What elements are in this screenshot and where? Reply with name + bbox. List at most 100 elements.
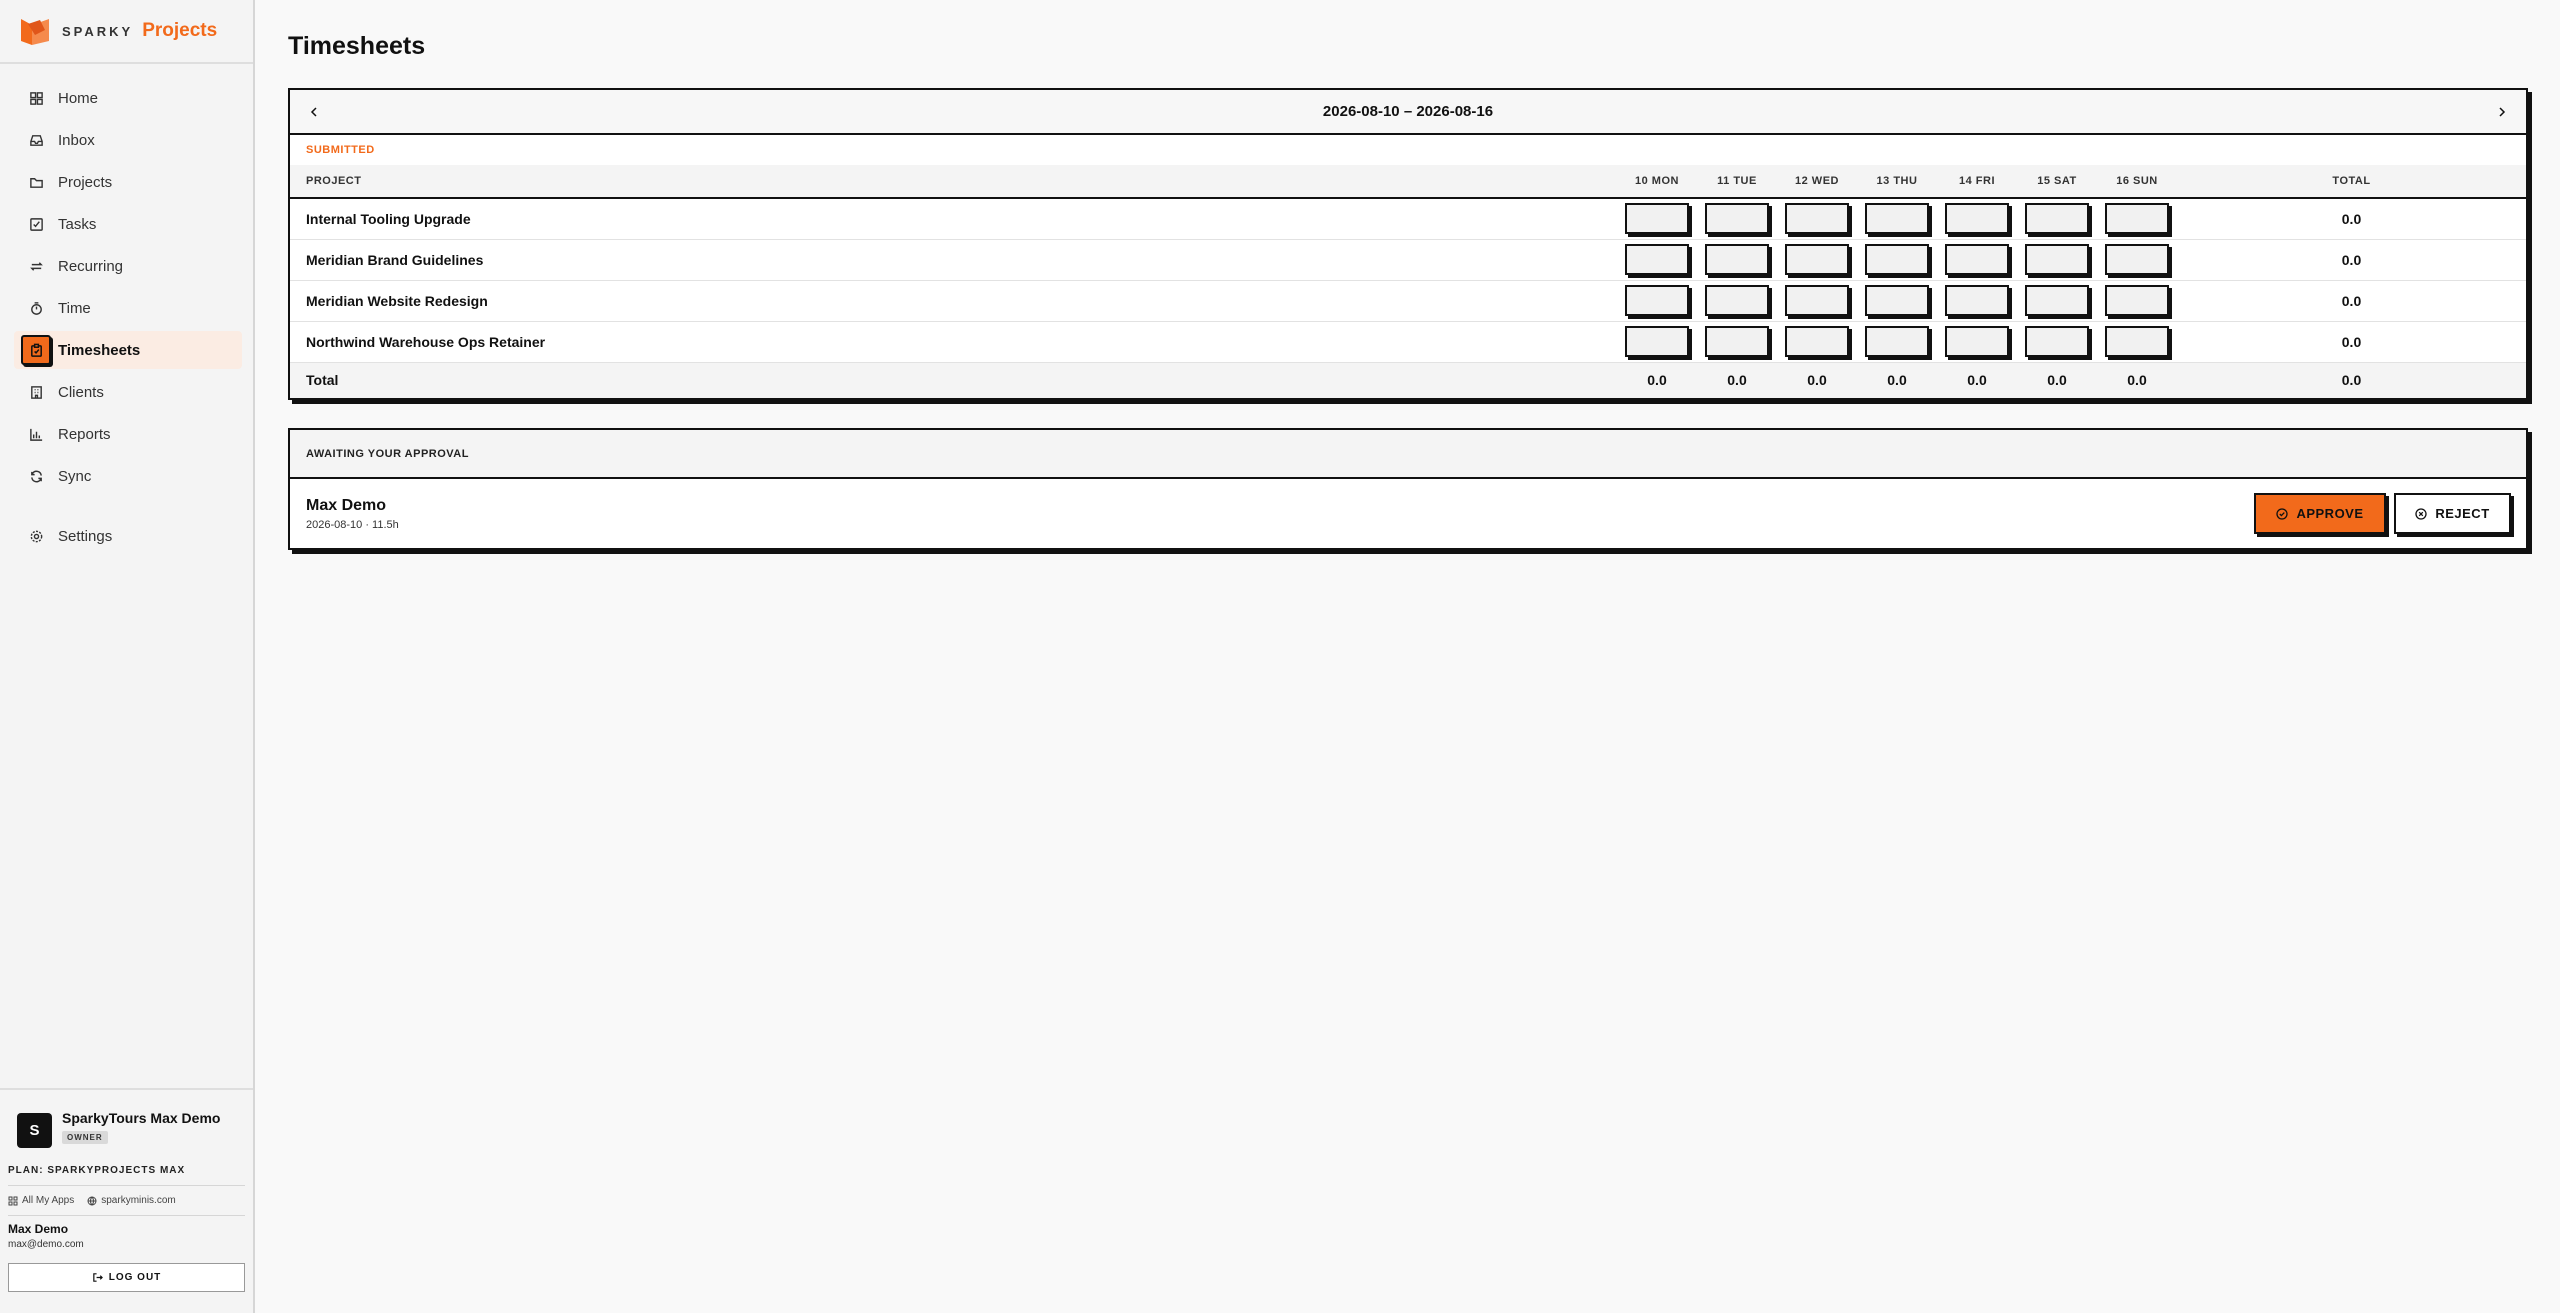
- hours-input[interactable]: [1705, 203, 1769, 235]
- all-apps-link[interactable]: All My Apps: [8, 1195, 74, 1206]
- nav-label: Tasks: [58, 215, 97, 233]
- org-avatar: S: [17, 1113, 52, 1148]
- nav-label: Recurring: [58, 257, 124, 275]
- all-apps-label: All My Apps: [22, 1195, 75, 1206]
- approval-meta: 2026-08-10 · 11.5h: [306, 518, 399, 531]
- logout-button[interactable]: LOG OUT: [8, 1263, 245, 1292]
- nav-item-time[interactable]: Time: [14, 289, 242, 327]
- nav-item-clients[interactable]: Clients: [14, 373, 242, 411]
- hours-input[interactable]: [1785, 285, 1849, 316]
- hours-input[interactable]: [1625, 244, 1689, 275]
- timesheet-table: PROJECT 10 MON 11 TUE 12 WED 13 THU 14 F…: [290, 165, 2526, 398]
- org-switcher[interactable]: S SparkyTours Max Demo OWNER: [8, 1110, 245, 1148]
- row-total: 0.0: [2177, 280, 2526, 322]
- hours-input[interactable]: [1785, 326, 1849, 357]
- hours-input[interactable]: [2025, 203, 2089, 235]
- hours-input[interactable]: [2025, 244, 2089, 275]
- inbox-icon: [28, 132, 44, 148]
- hours-input[interactable]: [1625, 326, 1689, 357]
- logout-label: LOG OUT: [108, 1272, 162, 1283]
- hours-input[interactable]: [1705, 285, 1769, 316]
- day-total: 0.0: [1777, 362, 1857, 398]
- hours-input[interactable]: [1945, 244, 2009, 275]
- page-title: Timesheets: [288, 32, 426, 60]
- site-label: sparkyminis.com: [101, 1195, 176, 1206]
- column-header-day: 16 SUN: [2097, 165, 2177, 199]
- project-name: Meridian Brand Guidelines: [290, 239, 1617, 281]
- table-header-row: PROJECT 10 MON 11 TUE 12 WED 13 THU 14 F…: [290, 165, 2526, 199]
- check-circle-icon: [2276, 507, 2289, 520]
- hours-input[interactable]: [2105, 326, 2169, 357]
- nav-label: Clients: [58, 383, 104, 401]
- hours-input[interactable]: [1865, 285, 1929, 316]
- hours-input[interactable]: [1705, 244, 1769, 275]
- home-icon: [28, 90, 44, 106]
- hours-input[interactable]: [2025, 326, 2089, 357]
- hours-input[interactable]: [2105, 285, 2169, 316]
- row-total: 0.0: [2177, 198, 2526, 240]
- user-name: Max Demo: [8, 1222, 69, 1236]
- nav-item-recurring[interactable]: Recurring: [14, 247, 242, 285]
- nav-item-settings[interactable]: Settings: [14, 517, 242, 555]
- site-link[interactable]: sparkyminis.com: [87, 1195, 176, 1206]
- column-header-total: TOTAL: [2177, 165, 2526, 199]
- hours-input[interactable]: [1625, 285, 1689, 316]
- hours-input[interactable]: [1865, 244, 1929, 275]
- totals-row: Total 0.0 0.0 0.0 0.0 0.0 0.0 0.0 0.0: [290, 362, 2526, 398]
- nav-item-projects[interactable]: Projects: [14, 163, 242, 201]
- prev-week-button[interactable]: [304, 102, 324, 122]
- nav-label: Home: [58, 89, 99, 107]
- day-total: 0.0: [1857, 362, 1937, 398]
- clipboard-icon: [21, 335, 51, 365]
- footer-links: All My Apps sparkyminis.com: [8, 1186, 245, 1216]
- hours-input[interactable]: [1865, 203, 1929, 235]
- hours-input[interactable]: [1625, 203, 1689, 235]
- hours-input[interactable]: [1865, 326, 1929, 357]
- day-total: 0.0: [2097, 362, 2177, 398]
- x-circle-icon: [2415, 507, 2427, 520]
- nav-item-timesheets[interactable]: Timesheets: [14, 331, 242, 369]
- folder-icon: [28, 174, 44, 190]
- brand-name: SPARKY: [62, 23, 134, 39]
- bar-chart-icon: [28, 426, 44, 442]
- day-total: 0.0: [1617, 362, 1697, 398]
- approve-label: APPROVE: [2296, 506, 2364, 521]
- nav-item-reports[interactable]: Reports: [14, 415, 242, 453]
- gear-icon: [28, 528, 44, 544]
- repeat-icon: [28, 258, 44, 274]
- nav-item-inbox[interactable]: Inbox: [14, 121, 242, 159]
- chevron-left-icon: [310, 106, 317, 117]
- hours-input[interactable]: [1785, 203, 1849, 235]
- column-header-project: PROJECT: [290, 165, 1617, 199]
- nav-item-home[interactable]: Home: [14, 79, 242, 117]
- totals-label: Total: [290, 362, 1617, 398]
- hours-input[interactable]: [1945, 285, 2009, 316]
- nav-label: Projects: [58, 173, 113, 191]
- hours-input[interactable]: [2025, 285, 2089, 316]
- project-name: Meridian Website Redesign: [290, 280, 1617, 322]
- reject-label: REJECT: [2435, 506, 2490, 521]
- column-header-day: 15 SAT: [2017, 165, 2097, 199]
- nav-item-tasks[interactable]: Tasks: [14, 205, 242, 243]
- timesheet-card: 2026-08-10 – 2026-08-16 SUBMITTED PROJEC…: [288, 88, 2528, 400]
- table-row: Northwind Warehouse Ops Retainer 0.0: [290, 321, 2526, 363]
- globe-icon: [87, 1196, 97, 1205]
- brand-product: Projects: [142, 20, 218, 41]
- sidebar: SPARKY Projects Home Inbox Projects Task…: [0, 0, 255, 1313]
- hours-input[interactable]: [1785, 244, 1849, 275]
- nav-item-sync[interactable]: Sync: [14, 457, 242, 495]
- hours-input[interactable]: [2105, 203, 2169, 235]
- hours-input[interactable]: [1705, 326, 1769, 357]
- hours-input[interactable]: [1945, 203, 2009, 235]
- approve-button[interactable]: APPROVE: [2254, 493, 2386, 534]
- hours-input[interactable]: [1945, 326, 2009, 357]
- day-total: 0.0: [1697, 362, 1777, 398]
- reject-button[interactable]: REJECT: [2394, 493, 2511, 534]
- org-name: SparkyTours Max Demo: [62, 1110, 221, 1126]
- hours-input[interactable]: [2105, 244, 2169, 275]
- brand[interactable]: SPARKY Projects: [0, 0, 253, 64]
- next-week-button[interactable]: [2492, 102, 2512, 122]
- nav-label: Timesheets: [58, 341, 141, 359]
- status-badge: SUBMITTED: [306, 144, 375, 156]
- column-header-day: 10 MON: [1617, 165, 1697, 199]
